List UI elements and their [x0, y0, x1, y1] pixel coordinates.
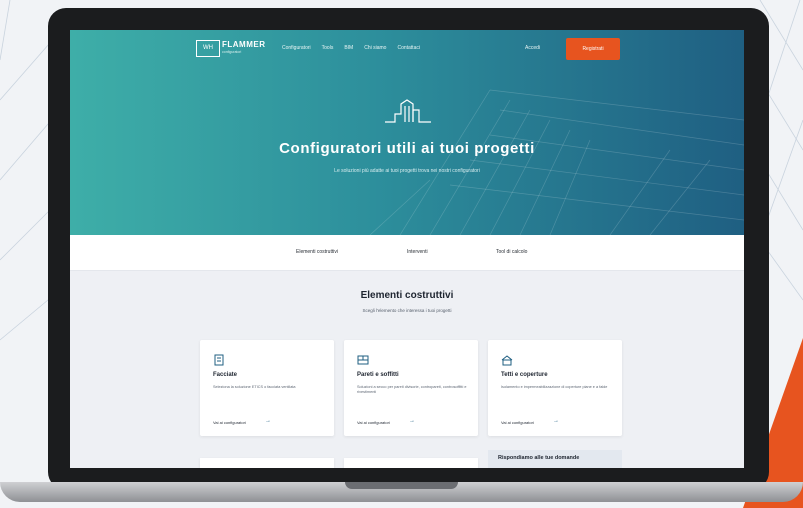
promo-title: Rispondiamo alle tue domande	[498, 455, 580, 461]
section-title: Elementi costruttivi	[360, 290, 454, 301]
promo-box[interactable]: Rispondiamo alle tue domande	[488, 450, 622, 468]
hero-subtitle: Le soluzioni più adatte ai tuoi progetti…	[334, 168, 480, 174]
register-button[interactable]: Registrati	[566, 38, 620, 60]
roof-icon	[501, 355, 513, 366]
tab-interventi[interactable]: Interventi	[407, 249, 428, 255]
card-facciate[interactable]: Facciate Seleziona la soluzione ETICS o …	[200, 340, 334, 436]
nav-menu: Configuratori Tools BIM Chi siamo Contat…	[282, 45, 420, 51]
login-link[interactable]: Accedi	[525, 45, 540, 51]
card-description: Soluzioni a secco per pareti divisorie, …	[357, 385, 467, 394]
logo-mark[interactable]: WH	[196, 40, 220, 57]
card-description: Isolamento e impermeabilizzazione di cop…	[501, 385, 608, 389]
laptop-notch	[345, 482, 458, 489]
nav-item-contattaci[interactable]: Contattaci	[397, 45, 420, 51]
hero-title: Configuratori utili ai tuoi progetti	[279, 140, 535, 157]
card-partial[interactable]	[344, 458, 478, 468]
tab-tool-di-calcolo[interactable]: Tool di calcolo	[496, 249, 527, 255]
wall-icon	[357, 355, 369, 365]
building-icon	[214, 354, 224, 366]
arrow-right-icon[interactable]: →	[553, 418, 559, 424]
section-subtitle: Scegli l'elemento che interessa i tuoi p…	[362, 308, 452, 313]
hero-banner: WH FLAMMER configuratori Configuratori T…	[70, 30, 744, 235]
card-pareti-soffitti[interactable]: Pareti e soffitti Soluzioni a secco per …	[344, 340, 478, 436]
city-skyline-icon	[385, 99, 431, 123]
category-tabbar: Elementi costruttivi Interventi Tool di …	[70, 235, 744, 271]
card-description: Seleziona la soluzione ETICS o facciata …	[213, 385, 296, 389]
card-partial[interactable]	[200, 458, 334, 468]
top-navbar: WH FLAMMER configuratori Configuratori T…	[70, 30, 744, 72]
arrow-right-icon[interactable]: →	[265, 418, 271, 424]
nav-item-bim[interactable]: BIM	[344, 45, 353, 51]
card-link[interactable]: Vai ai configuratori	[357, 420, 390, 425]
nav-item-chi-siamo[interactable]: Chi siamo	[364, 45, 386, 51]
arrow-right-icon[interactable]: →	[409, 418, 415, 424]
logo-text[interactable]: FLAMMER	[222, 40, 266, 49]
card-title: Facciate	[213, 372, 238, 378]
card-tetti-coperture[interactable]: Tetti e coperture Isolamento e impermeab…	[488, 340, 622, 436]
nav-item-configuratori[interactable]: Configuratori	[282, 45, 311, 51]
card-title: Pareti e soffitti	[357, 372, 399, 378]
nav-item-tools[interactable]: Tools	[322, 45, 334, 51]
laptop-screen: WH FLAMMER configuratori Configuratori T…	[70, 30, 744, 468]
tab-elementi-costruttivi[interactable]: Elementi costruttivi	[296, 249, 338, 255]
card-title: Tetti e coperture	[501, 372, 548, 378]
card-link[interactable]: Vai ai configuratori	[213, 420, 246, 425]
card-link[interactable]: Vai ai configuratori	[501, 420, 534, 425]
logo-subtitle: configuratori	[222, 50, 242, 54]
